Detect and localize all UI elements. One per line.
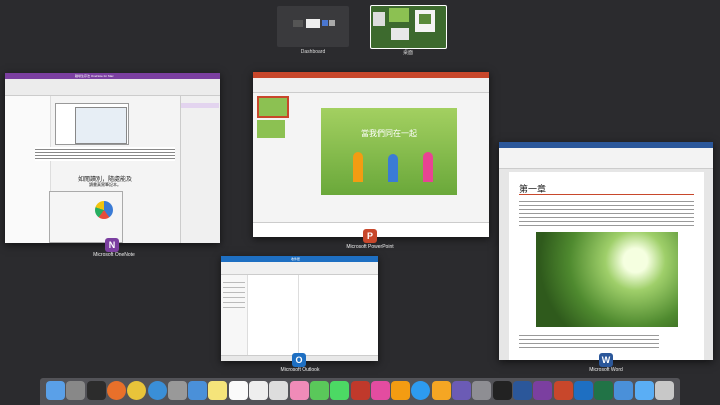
terminal-icon[interactable] (492, 381, 512, 400)
powerpoint-ribbon (253, 78, 489, 93)
mini-window (391, 28, 409, 40)
notes-icon[interactable] (208, 381, 228, 400)
mail-icon[interactable] (188, 381, 208, 400)
outlook-app-badge: O (292, 353, 306, 367)
onenote-chart-pie (95, 201, 113, 219)
onenote-ribbon (5, 79, 220, 96)
launchpad-icon[interactable] (66, 381, 86, 400)
space-dashboard-thumbnail[interactable] (277, 6, 349, 47)
dashboard-widget (322, 20, 328, 26)
mini-tree-image (419, 14, 431, 24)
slide-thumbnail-2[interactable] (257, 120, 285, 138)
onenote-window[interactable]: 職場生存法 OneNote for Mac 如閱讀別，隨處能及 讀書真實筆記本。 (5, 73, 220, 243)
onenote-screenshot-image (75, 107, 127, 144)
word-tree-image (536, 232, 678, 327)
onenote-subheading: 讀書真實筆記本。 (89, 182, 121, 187)
calendar-icon[interactable] (228, 381, 248, 400)
slide-title: 當我們同在一起 (361, 129, 417, 138)
child-figure (353, 152, 363, 182)
messages-icon[interactable] (309, 381, 329, 400)
word-body-text (519, 332, 659, 348)
reminders-icon[interactable] (249, 381, 268, 400)
onenote-page-list-selected (181, 103, 219, 108)
outlook-window[interactable]: 收件匣 (221, 256, 378, 361)
outlook-folder-list (223, 278, 245, 308)
onenote-embedded-image (49, 191, 123, 243)
textedit-icon[interactable] (269, 381, 289, 400)
dashboard-widget (293, 20, 303, 27)
onenote-sidebar (5, 96, 51, 243)
pages-icon[interactable] (431, 381, 451, 400)
word-window-label: Microsoft Word (589, 367, 623, 373)
onenote-page-list (180, 96, 220, 243)
onenote-icon[interactable] (533, 381, 553, 400)
photos-icon[interactable] (289, 381, 309, 400)
instruments-icon[interactable] (452, 381, 471, 400)
onenote-window-label: Microsoft OneNote (93, 252, 135, 258)
child-figure (388, 154, 398, 182)
dashboard-widget (306, 19, 320, 28)
itunes-icon[interactable] (370, 381, 390, 400)
trash-icon[interactable] (655, 381, 674, 400)
outlook-ribbon (221, 262, 378, 275)
ibooks-icon[interactable] (391, 381, 411, 400)
system-preferences-icon[interactable] (472, 381, 492, 400)
photo-booth-icon[interactable] (350, 381, 370, 400)
powerpoint-icon[interactable] (553, 381, 573, 400)
word-app-badge: W (599, 353, 613, 367)
firefox-icon[interactable] (106, 381, 126, 400)
onenote-app-badge: N (105, 238, 119, 252)
child-figure (423, 152, 433, 182)
word-ribbon (499, 148, 713, 169)
documents-icon[interactable] (634, 381, 654, 400)
outlook-window-label: Microsoft Outlook (280, 367, 320, 373)
finder-icon[interactable] (46, 381, 65, 400)
powerpoint-window[interactable]: 當我們同在一起 (253, 72, 489, 237)
outlook-message-list (248, 275, 299, 355)
mini-window (373, 12, 385, 26)
slide-thumbnail-1[interactable] (257, 96, 289, 118)
downloads-folder-icon[interactable] (614, 381, 634, 400)
dashboard-widget (329, 20, 335, 26)
word-window[interactable]: 第一章 (499, 142, 713, 360)
word-icon[interactable] (512, 381, 532, 400)
word-heading-rule (519, 194, 694, 195)
facetime-icon[interactable] (330, 381, 350, 400)
space-dashboard-label: Dashboard (300, 49, 326, 55)
word-body-text (519, 198, 694, 226)
powerpoint-app-badge: P (363, 229, 377, 243)
safari-icon[interactable] (147, 381, 167, 400)
space-desktop-thumbnail[interactable] (370, 5, 447, 49)
outlook-icon[interactable] (573, 381, 593, 400)
onenote-body-text (35, 147, 175, 161)
powerpoint-window-label: Microsoft PowerPoint (346, 244, 394, 250)
outlook-reading-pane (299, 275, 378, 355)
excel-icon[interactable] (594, 381, 614, 400)
rocket-icon[interactable] (167, 381, 187, 400)
space-desktop-label: 桌面 (402, 50, 413, 56)
mission-control-icon[interactable] (86, 381, 106, 400)
mini-window (389, 8, 409, 22)
